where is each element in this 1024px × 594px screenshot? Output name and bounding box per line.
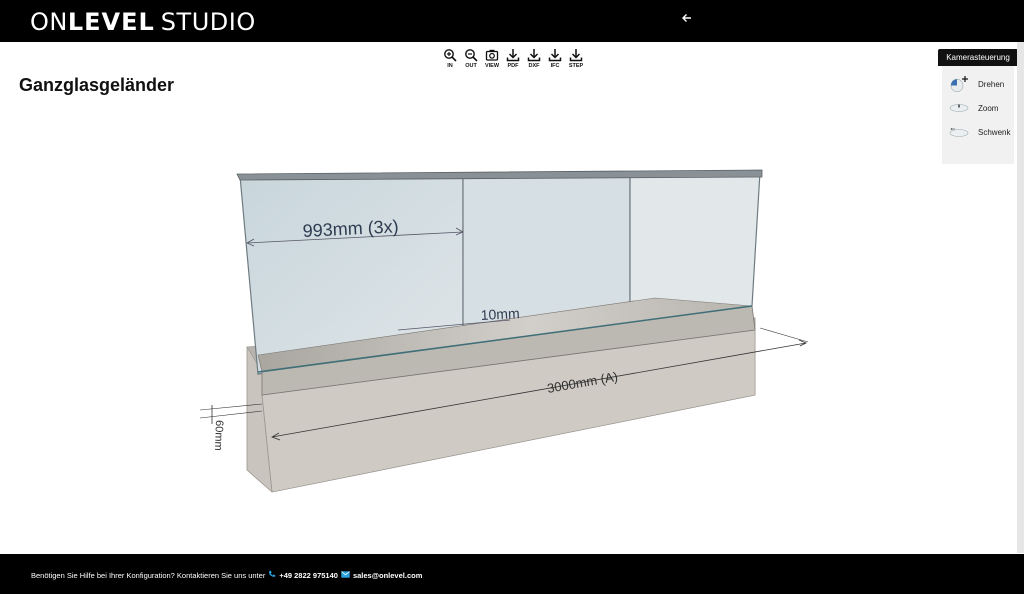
zoom-out-icon xyxy=(465,49,478,62)
view-button[interactable]: VIEW xyxy=(483,48,501,69)
dxf-download-button[interactable]: DXF xyxy=(525,48,543,69)
dim-gap-label: 10mm xyxy=(480,305,520,323)
zoom-out-label: OUT xyxy=(465,63,477,69)
zoom-in-button[interactable]: IN xyxy=(441,48,459,69)
zoom-in-label: IN xyxy=(447,63,453,69)
rotate-mouse-icon xyxy=(950,76,968,92)
dim-height-label: 60mm xyxy=(212,420,225,451)
step-download-button[interactable]: STEP xyxy=(567,48,585,69)
download-icon xyxy=(569,49,583,62)
camera-pan-label: Schwenk xyxy=(978,127,1011,137)
camera-icon xyxy=(485,49,499,61)
ifc-download-button[interactable]: IFC xyxy=(546,48,564,69)
dxf-label: DXF xyxy=(528,63,540,69)
camera-pan-item[interactable]: Schwenk xyxy=(942,120,1014,144)
back-button[interactable] xyxy=(678,11,696,29)
zoom-out-button[interactable]: OUT xyxy=(462,48,480,69)
footer-contact-line: Benötigen Sie Hilfe bei Ihrer Konfigurat… xyxy=(31,570,422,580)
download-icon xyxy=(548,49,562,62)
viewer-toolbar: IN OUT VIEW PDF DXF IFC STEP xyxy=(441,48,585,69)
page-title: Ganzglasgeländer xyxy=(19,75,175,95)
logo-on: ON xyxy=(30,8,68,36)
railing-model[interactable]: 993mm (3x) 10mm 3000mm (A) 60mm xyxy=(0,42,1017,553)
onlevel-studio-logo[interactable]: ON LEVEL STUDIO xyxy=(30,8,256,36)
download-icon xyxy=(527,49,541,62)
page-scrollbar[interactable] xyxy=(1017,42,1024,553)
app-header: ON LEVEL STUDIO xyxy=(0,0,1024,42)
camera-rotate-label: Drehen xyxy=(978,79,1005,89)
ifc-label: IFC xyxy=(550,63,560,69)
pdf-label: PDF xyxy=(507,63,519,69)
camera-control-panel: Kamerasteuerung Drehen Zoom Schwenk xyxy=(938,49,1018,164)
pdf-download-button[interactable]: PDF xyxy=(504,48,522,69)
camera-control-body: Drehen Zoom Schwenk xyxy=(942,66,1014,164)
footer-help-text: Benötigen Sie Hilfe bei Ihrer Konfigurat… xyxy=(31,570,266,580)
logo-studio: STUDIO xyxy=(160,8,256,36)
zoom-in-icon xyxy=(444,49,457,62)
zoom-mouse-icon xyxy=(949,104,969,112)
download-icon xyxy=(506,49,520,62)
3d-viewer[interactable]: 993mm (3x) 10mm 3000mm (A) 60mm xyxy=(0,42,1017,553)
footer-phone-link[interactable]: +49 2822 975140 xyxy=(279,571,338,580)
camera-zoom-item[interactable]: Zoom xyxy=(942,96,1014,120)
phone-icon xyxy=(268,570,276,580)
mail-icon xyxy=(341,570,350,580)
step-label: STEP xyxy=(568,63,584,69)
arrow-left-icon xyxy=(682,14,691,22)
logo-level: LEVEL xyxy=(67,8,155,36)
camera-control-title: Kamerasteuerung xyxy=(938,49,1018,66)
pan-mouse-icon xyxy=(949,127,969,137)
footer-email-link[interactable]: sales@onlevel.com xyxy=(353,571,422,580)
camera-rotate-item[interactable]: Drehen xyxy=(942,72,1014,96)
glass-panel-3 xyxy=(629,171,761,319)
footer: Benötigen Sie Hilfe bei Ihrer Konfigurat… xyxy=(0,554,1024,594)
view-label: VIEW xyxy=(484,63,500,69)
camera-zoom-label: Zoom xyxy=(978,103,999,113)
